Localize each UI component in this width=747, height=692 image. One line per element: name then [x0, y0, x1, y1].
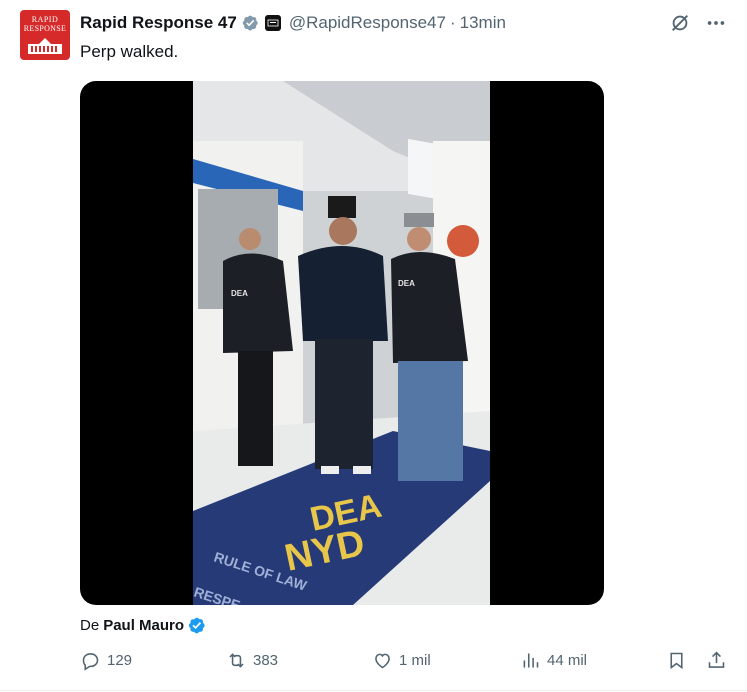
separator-dot: ·	[449, 13, 456, 32]
reply-icon	[82, 653, 99, 671]
repost-icon	[229, 653, 244, 668]
video-frame[interactable]: DEA NYD RULE OF LAW RESPE DEA DEA	[193, 81, 490, 605]
repost-button[interactable]: 383	[226, 650, 278, 671]
like-count: 1 mil	[399, 652, 431, 669]
grok-icon[interactable]	[669, 12, 691, 34]
share-button[interactable]	[706, 650, 727, 671]
like-icon	[375, 653, 390, 669]
post-time[interactable]: 13min	[460, 13, 506, 33]
affiliate-badge-icon[interactable]	[264, 15, 281, 31]
avatar[interactable]: RAPID RESPONSE	[20, 10, 70, 60]
avatar-line2: RESPONSE	[23, 24, 67, 33]
views-icon	[523, 653, 539, 668]
share-icon	[708, 651, 725, 668]
author-handle[interactable]: @RapidResponse47	[289, 13, 446, 33]
avatar-line1: RAPID	[31, 15, 59, 24]
reply-button[interactable]: 129	[80, 650, 132, 671]
bookmark-button[interactable]	[666, 650, 687, 671]
repost-count: 383	[253, 652, 279, 669]
verified-badge-icon	[188, 617, 205, 634]
white-house-logo-icon	[28, 38, 62, 54]
video-player[interactable]: DEA NYD RULE OF LAW RESPE DEA DEA	[80, 81, 604, 605]
tweet-header: Rapid Response 47 @RapidResponse47 · 13m…	[80, 11, 506, 35]
author-name[interactable]: Rapid Response 47	[80, 13, 237, 33]
top-actions	[669, 12, 727, 34]
views-button[interactable]: 44 mil	[520, 650, 587, 671]
like-button[interactable]: 1 mil	[372, 650, 431, 671]
views-count: 44 mil	[547, 652, 588, 669]
attribution-name[interactable]: Paul Mauro	[103, 617, 184, 634]
agent-right-label: DEA	[398, 279, 415, 288]
tweet-text: Perp walked.	[80, 42, 179, 61]
bookmark-icon	[670, 652, 683, 670]
attribution-prefix: De	[80, 617, 100, 634]
divider	[0, 690, 747, 691]
video-attribution: De Paul Mauro	[80, 616, 206, 635]
video-still: DEA NYD RULE OF LAW RESPE DEA DEA	[193, 81, 490, 605]
action-bar: 129 383 1 mil 44 mil	[80, 650, 730, 678]
reply-count: 129	[107, 652, 133, 669]
more-icon[interactable]	[705, 12, 727, 34]
agent-left-label: DEA	[231, 289, 248, 298]
verified-badge-icon[interactable]	[241, 14, 259, 32]
tweet[interactable]: RAPID RESPONSE Rapid Response 47 @RapidR…	[0, 0, 747, 692]
